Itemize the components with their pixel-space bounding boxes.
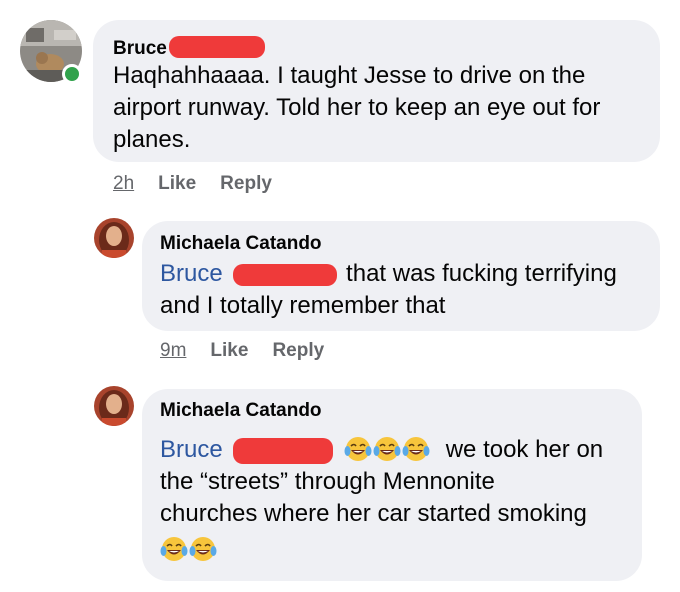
mention-link[interactable]: Bruce bbox=[160, 260, 223, 287]
comment-text-line: and I totally remember that bbox=[160, 292, 446, 319]
michaela-avatar[interactable] bbox=[94, 386, 134, 426]
redaction-mark bbox=[233, 263, 338, 286]
reply-button[interactable]: Reply bbox=[220, 173, 272, 194]
timestamp-link[interactable]: 9m bbox=[160, 340, 186, 361]
author-label[interactable]: Bruce bbox=[113, 38, 167, 59]
redaction-mark bbox=[168, 36, 265, 58]
comment-actions: 2h Like Reply bbox=[113, 173, 296, 195]
comment-text-line: Bruce that was fucking terrifying bbox=[160, 258, 655, 290]
comment-actions: 9m Like Reply bbox=[160, 340, 348, 362]
michaela-avatar[interactable] bbox=[94, 218, 134, 258]
mention-link[interactable]: Bruce bbox=[160, 436, 223, 463]
comment-text-line: churches where her car started smoking bbox=[160, 500, 587, 527]
comment-text-line: the “streets” through Mennonite bbox=[160, 468, 495, 495]
face-with-tears-of-joy-emoji bbox=[402, 437, 430, 461]
like-button[interactable]: Like bbox=[210, 340, 248, 361]
emoji-group bbox=[160, 536, 218, 563]
comment-text: Bruce we took her on the “streets” throu… bbox=[160, 434, 638, 566]
comment-text-line bbox=[160, 534, 638, 566]
comment-author-name[interactable]: Michaela Catando bbox=[160, 233, 322, 255]
comment-text-line: Bruce we took her on bbox=[160, 434, 638, 466]
timestamp-link[interactable]: 2h bbox=[113, 173, 134, 194]
reply-button[interactable]: Reply bbox=[272, 340, 324, 361]
comment-text: Haqhahhaaaa. I taught Jesse to drive on … bbox=[113, 60, 653, 156]
text-segment: we took her on bbox=[445, 436, 604, 463]
comment-text: Bruce that was fucking terrifying and I … bbox=[160, 258, 655, 322]
text-segment: that was fucking terrifying bbox=[346, 260, 617, 287]
comment-text-line: planes. bbox=[113, 126, 191, 153]
comment-text-line: Haqhahhaaaa. I taught Jesse to drive on … bbox=[113, 62, 586, 89]
comment-author-name[interactable]: Bruce bbox=[113, 36, 265, 60]
emoji-group bbox=[344, 436, 431, 463]
face-with-tears-of-joy-emoji bbox=[189, 537, 217, 561]
online-status-indicator bbox=[62, 64, 82, 84]
face-with-tears-of-joy-emoji bbox=[160, 537, 188, 561]
redaction-mark bbox=[233, 437, 334, 464]
face-with-tears-of-joy-emoji bbox=[344, 437, 372, 461]
like-button[interactable]: Like bbox=[158, 173, 196, 194]
face-with-tears-of-joy-emoji bbox=[373, 437, 401, 461]
comment-author-name[interactable]: Michaela Catando bbox=[160, 400, 322, 422]
comment-text-line: airport runway. Told her to keep an eye … bbox=[113, 94, 601, 121]
